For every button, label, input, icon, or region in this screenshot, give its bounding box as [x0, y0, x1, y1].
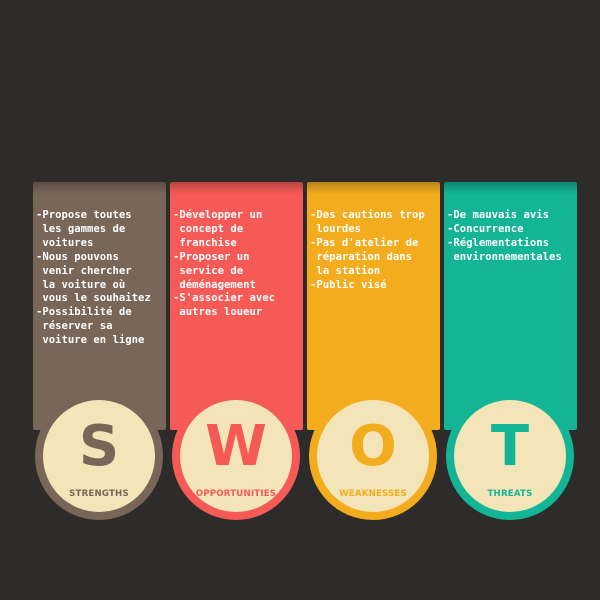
column-shadow: [444, 182, 577, 194]
strengths-text-line: la voiture où: [36, 278, 126, 291]
weaknesses-text-line: -Public visé: [310, 278, 387, 291]
strengths-badge: S STRENGTHS: [35, 392, 163, 520]
strengths-text-line: voiture en ligne: [36, 334, 145, 347]
opportunities-text-line: service de: [173, 264, 244, 277]
strengths-text-line: -Nous pouvons: [36, 250, 119, 263]
column-shadow: [33, 182, 166, 194]
weaknesses-letter: O: [349, 414, 397, 479]
weaknesses-badge: O WEAKNESSES: [309, 392, 437, 520]
opportunities-badge: W OPPORTUNITIES: [172, 392, 300, 520]
badge-inner: O WEAKNESSES: [322, 405, 424, 507]
opportunities-letter: W: [205, 414, 267, 479]
swot-diagram: -Propose toutes les gammes de voitures -N…: [0, 0, 600, 600]
badge-inner: T THREATS: [459, 405, 561, 507]
weaknesses-text-line: la station: [310, 264, 381, 277]
badge-inner: S STRENGTHS: [48, 405, 150, 507]
strengths-text-line: vous le souhaitez: [36, 292, 151, 305]
opportunities-label: OPPORTUNITIES: [195, 489, 277, 499]
threats-letter: T: [490, 414, 530, 479]
opportunities-text: -Développer un concept de franchise -Prop…: [173, 209, 301, 320]
strengths-label: STRENGTHS: [69, 489, 129, 499]
threats-text-line: environnementales: [447, 250, 562, 263]
opportunities-text-line: déménagement: [173, 278, 256, 291]
opportunities-text-line: concept de: [173, 222, 244, 235]
weaknesses-text: -Des cautions trop lourdes -Pas d'atelier…: [310, 209, 438, 292]
threats-text-line: -Réglementations: [447, 236, 550, 249]
weaknesses-text-line: -Des cautions trop: [310, 209, 425, 221]
threats-text-line: -De mauvais avis: [447, 209, 550, 221]
column-shadow: [307, 182, 440, 194]
badge-inner: W OPPORTUNITIES: [185, 405, 287, 507]
threats-text: -De mauvais avis -Concurrence -Réglementat…: [447, 209, 575, 265]
strengths-text-line: les gammes de: [36, 222, 126, 235]
opportunities-text-line: autres loueur: [173, 306, 263, 319]
weaknesses-text-line: réparation dans: [310, 250, 413, 263]
threats-text-line: -Concurrence: [447, 222, 524, 235]
strengths-text: -Propose toutes les gammes de voitures -N…: [36, 209, 164, 348]
strengths-text-line: venir chercher: [36, 264, 132, 277]
column-shadow: [170, 182, 303, 194]
opportunities-text-line: -S'associer avec: [173, 292, 276, 305]
weaknesses-label: WEAKNESSES: [339, 489, 407, 499]
strengths-text-line: -Possibilité de: [36, 306, 132, 319]
strengths-text-line: réserver sa: [36, 320, 113, 333]
opportunities-text-line: -Développer un: [173, 209, 263, 221]
strengths-text-line: voitures: [36, 236, 94, 249]
weaknesses-text-line: -Pas d'atelier de: [310, 236, 419, 249]
weaknesses-text-line: lourdes: [310, 222, 362, 235]
opportunities-text-line: franchise: [173, 236, 237, 249]
opportunities-text-line: -Proposer un: [173, 250, 250, 263]
threats-label: THREATS: [487, 489, 533, 499]
strengths-text-line: -Propose toutes: [36, 209, 132, 221]
threats-badge: T THREATS: [446, 392, 574, 520]
strengths-letter: S: [78, 414, 120, 479]
